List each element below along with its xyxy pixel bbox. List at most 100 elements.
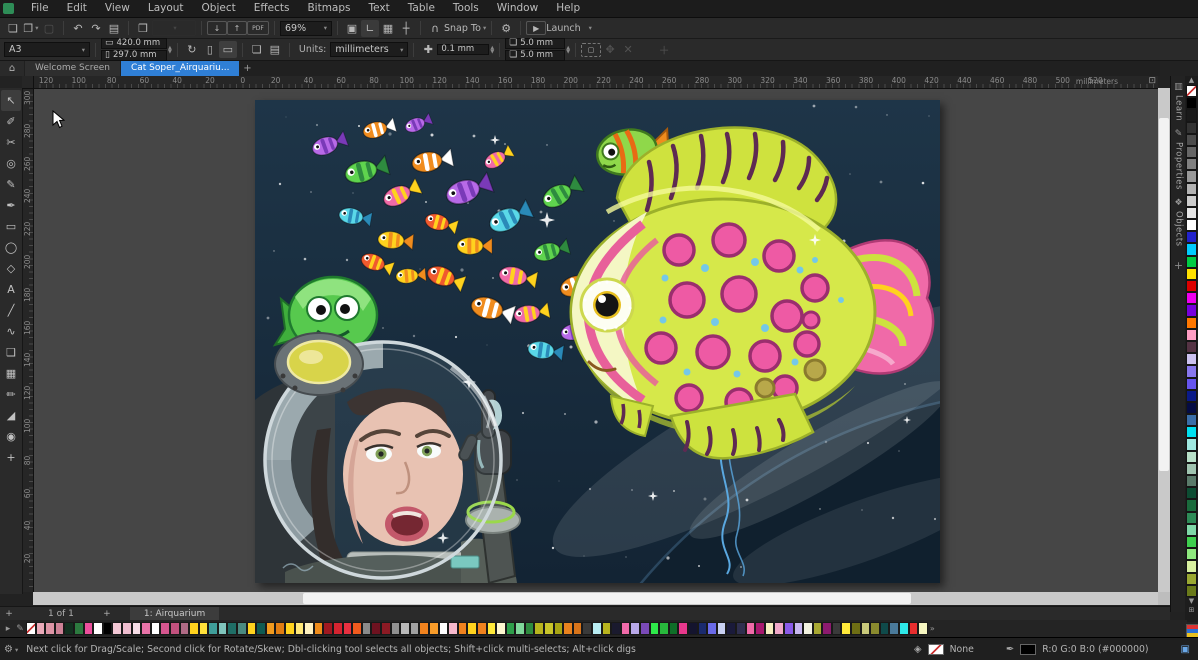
doc-color-swatch[interactable] xyxy=(448,622,458,635)
doc-color-swatch[interactable] xyxy=(534,622,544,635)
color-swatch[interactable] xyxy=(1186,487,1197,499)
doc-color-swatch[interactable] xyxy=(688,622,698,635)
doc-palette-eyedropper-icon[interactable]: ✎ xyxy=(14,624,26,634)
tab-welcome-screen[interactable]: Welcome Screen xyxy=(25,61,120,76)
open-icon[interactable]: ❐▾ xyxy=(22,20,40,37)
color-swatch[interactable] xyxy=(1186,341,1197,353)
outline-color-swatch[interactable] xyxy=(1020,644,1036,655)
doc-color-swatch[interactable] xyxy=(899,622,909,635)
page-tab-airquarium[interactable]: 1: Airquarium xyxy=(130,607,219,621)
color-swatch[interactable] xyxy=(1186,195,1197,207)
doc-color-swatch[interactable] xyxy=(458,622,468,635)
menu-text[interactable]: Text xyxy=(360,0,399,17)
artistic-media-tool[interactable]: ✒ xyxy=(1,195,21,216)
doc-color-swatch[interactable] xyxy=(112,622,122,635)
doc-color-swatch[interactable] xyxy=(74,622,84,635)
color-swatch[interactable] xyxy=(1186,122,1197,134)
doc-color-swatch[interactable] xyxy=(506,622,516,635)
doc-color-swatch[interactable] xyxy=(755,622,765,635)
doc-color-swatch[interactable] xyxy=(314,622,324,635)
doc-color-swatch[interactable] xyxy=(544,622,554,635)
doc-color-swatch[interactable] xyxy=(918,622,928,635)
doc-color-swatch[interactable] xyxy=(218,622,228,635)
color-swatch[interactable] xyxy=(1186,365,1197,377)
duplicate-y-field[interactable]: ❏5.0 mm xyxy=(505,50,565,61)
palette-expand-icon[interactable]: ⊞ xyxy=(1189,606,1195,615)
doc-color-swatch[interactable] xyxy=(909,622,919,635)
doc-color-swatch[interactable] xyxy=(803,622,813,635)
add-page-right-button[interactable]: + xyxy=(98,609,116,619)
doc-color-swatch[interactable] xyxy=(582,622,592,635)
doc-color-swatch[interactable] xyxy=(870,622,880,635)
doc-color-swatch[interactable] xyxy=(822,622,832,635)
publish-pdf-icon[interactable]: PDF xyxy=(247,21,269,35)
color-swatch[interactable] xyxy=(1186,243,1197,255)
polygon-tool[interactable]: ◇ xyxy=(1,258,21,279)
menu-edit[interactable]: Edit xyxy=(58,0,96,17)
menu-file[interactable]: File xyxy=(22,0,58,17)
text-tool[interactable]: A xyxy=(1,279,21,300)
status-gear-icon[interactable]: ⚙▾ xyxy=(4,644,18,655)
page-numbering-icon[interactable]: ▤ xyxy=(266,41,284,58)
color-swatch[interactable] xyxy=(1186,560,1197,572)
snap-icon[interactable]: ∩ xyxy=(426,20,444,37)
page-height-field[interactable]: ▯297.0 mm xyxy=(101,50,167,61)
eyedropper-tool[interactable]: ✏ xyxy=(1,384,21,405)
doc-color-swatch[interactable] xyxy=(295,622,305,635)
menu-bitmaps[interactable]: Bitmaps xyxy=(298,0,359,17)
doc-color-swatch[interactable] xyxy=(477,622,487,635)
h-scrollbar-thumb[interactable] xyxy=(303,593,911,604)
doc-color-swatch[interactable] xyxy=(765,622,775,635)
doc-color-swatch[interactable] xyxy=(841,622,851,635)
color-swatch[interactable] xyxy=(1186,280,1197,292)
color-swatch[interactable] xyxy=(1186,219,1197,231)
drop-shadow-tool[interactable]: ❑ xyxy=(1,342,21,363)
doc-color-swatch[interactable] xyxy=(774,622,784,635)
print-icon[interactable]: ▤ xyxy=(105,20,123,37)
doc-color-swatch[interactable] xyxy=(467,622,477,635)
menu-table[interactable]: Table xyxy=(399,0,444,17)
treat-as-filled-icon[interactable]: ▢ xyxy=(581,43,601,57)
menu-layout[interactable]: Layout xyxy=(139,0,193,17)
show-grid-icon[interactable]: ▦ xyxy=(379,20,397,37)
doc-color-swatch[interactable] xyxy=(93,622,103,635)
color-swatch[interactable] xyxy=(1186,536,1197,548)
connector-tool[interactable]: ∿ xyxy=(1,321,21,342)
color-swatch[interactable] xyxy=(1186,183,1197,195)
menu-tools[interactable]: Tools xyxy=(444,0,488,17)
doc-color-swatch[interactable] xyxy=(698,622,708,635)
doc-color-swatch[interactable] xyxy=(180,622,190,635)
doc-color-swatch[interactable] xyxy=(746,622,756,635)
v-scrollbar-thumb[interactable] xyxy=(1159,118,1169,471)
doc-color-swatch[interactable] xyxy=(813,622,823,635)
color-swatch[interactable] xyxy=(1186,207,1197,219)
palette-options-icon[interactable] xyxy=(1186,624,1198,638)
doc-color-swatch[interactable] xyxy=(650,622,660,635)
launch-icon[interactable]: ▶ xyxy=(526,21,546,35)
doc-color-swatch[interactable] xyxy=(861,622,871,635)
vertical-scrollbar[interactable] xyxy=(1158,88,1170,592)
doc-color-swatch[interactable] xyxy=(362,622,372,635)
color-swatch[interactable] xyxy=(1186,438,1197,450)
doc-color-swatch[interactable] xyxy=(487,622,497,635)
doc-color-swatch[interactable] xyxy=(621,622,631,635)
doc-color-swatch[interactable] xyxy=(630,622,640,635)
interactive-fill-tool[interactable]: ◉ xyxy=(1,426,21,447)
export-icon[interactable]: ↑ xyxy=(227,21,247,35)
doc-color-swatch[interactable] xyxy=(45,622,55,635)
page-width-field[interactable]: ▭420.0 mm xyxy=(101,38,167,49)
zoom-tool[interactable]: ◎ xyxy=(1,153,21,174)
page-size-preset-combo[interactable]: A3▾ xyxy=(4,42,90,57)
doc-color-swatch[interactable] xyxy=(343,622,353,635)
doc-color-swatch[interactable] xyxy=(304,622,314,635)
color-swatch[interactable] xyxy=(1186,170,1197,182)
color-swatch[interactable] xyxy=(1186,463,1197,475)
doc-color-swatch[interactable] xyxy=(247,622,257,635)
color-swatch[interactable] xyxy=(1186,378,1197,390)
doc-color-swatch[interactable] xyxy=(160,622,170,635)
color-swatch[interactable] xyxy=(1186,304,1197,316)
doc-color-swatch[interactable] xyxy=(410,622,420,635)
landscape-button[interactable]: ▭ xyxy=(219,41,237,58)
doc-color-swatch[interactable] xyxy=(141,622,151,635)
doc-color-swatch[interactable] xyxy=(323,622,333,635)
